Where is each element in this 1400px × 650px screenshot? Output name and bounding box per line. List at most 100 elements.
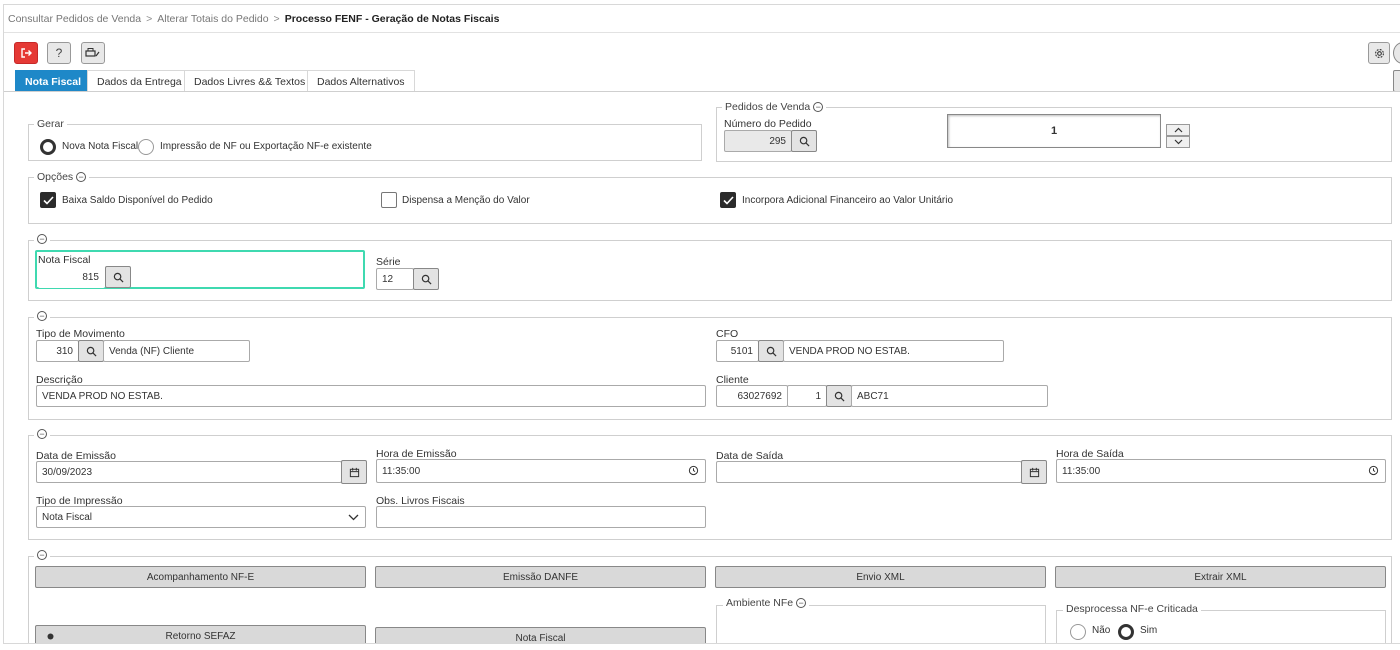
radio-impressao-nf[interactable] bbox=[138, 139, 154, 155]
tipo-movimento-code-input[interactable]: 310 bbox=[36, 340, 79, 362]
movimento-legend[interactable]: − bbox=[34, 311, 50, 321]
collapse-icon: − bbox=[813, 102, 824, 112]
tab-dados-alternativos[interactable]: Dados Alternativos bbox=[307, 70, 415, 92]
tabs-divider bbox=[4, 91, 1400, 92]
serie-search-button[interactable] bbox=[413, 268, 439, 290]
obs-livros-input[interactable] bbox=[376, 506, 706, 528]
checkbox-baixa-saldo[interactable] bbox=[40, 192, 56, 208]
data-emissao-input[interactable]: 30/09/2023 bbox=[36, 461, 342, 483]
print-button[interactable] bbox=[81, 42, 105, 64]
nota-fiscal-search-button[interactable] bbox=[105, 266, 131, 288]
nota-legend[interactable]: − bbox=[34, 234, 50, 244]
tipo-movimento-desc-input[interactable]: Venda (NF) Cliente bbox=[103, 340, 250, 362]
arrow-down-icon bbox=[1174, 139, 1182, 145]
numero-pedido-search-button[interactable] bbox=[791, 130, 817, 152]
cliente-seq-input[interactable]: 1 bbox=[787, 385, 827, 407]
checkbox-baixa-saldo-label: Baixa Saldo Disponível do Pedido bbox=[62, 195, 213, 206]
user-button[interactable] bbox=[1393, 42, 1400, 64]
breadcrumb-current: Processo FENF - Geração de Notas Fiscais bbox=[284, 13, 500, 25]
checkbox-dispensa-valor-label: Dispensa a Menção do Valor bbox=[402, 195, 530, 206]
breadcrumb-separator: > bbox=[273, 13, 280, 25]
hora-saida-input[interactable]: 11:35:00 bbox=[1056, 459, 1386, 483]
radio-desprocessa-sim[interactable] bbox=[1118, 624, 1134, 640]
tab-dados-entrega[interactable]: Dados da Entrega bbox=[87, 70, 192, 92]
tab-dados-livres[interactable]: Dados Livres && Textos bbox=[184, 70, 316, 92]
radio-desprocessa-nao[interactable] bbox=[1070, 624, 1086, 640]
checkbox-incorpora-adicional[interactable] bbox=[720, 192, 736, 208]
search-icon bbox=[113, 272, 124, 283]
search-icon bbox=[799, 136, 810, 147]
descricao-input[interactable]: VENDA PROD NO ESTAB. bbox=[36, 385, 706, 407]
cfo-code-input[interactable]: 5101 bbox=[716, 340, 759, 362]
serie-input[interactable]: 12 bbox=[376, 268, 414, 290]
collapse-icon: − bbox=[37, 311, 47, 321]
help-button[interactable]: ? bbox=[47, 42, 71, 64]
checkbox-dispensa-valor[interactable] bbox=[381, 192, 397, 208]
radio-nova-nota-fiscal-label: Nova Nota Fiscal bbox=[62, 141, 139, 152]
pedidos-legend[interactable]: Pedidos de Venda − bbox=[722, 101, 827, 113]
clock-icon bbox=[1368, 465, 1379, 476]
breadcrumb-item-consultar[interactable]: Consultar Pedidos de Venda bbox=[8, 13, 141, 25]
tab-nota-fiscal[interactable]: Nota Fiscal bbox=[15, 70, 92, 92]
cliente-search-button[interactable] bbox=[826, 385, 852, 407]
data-emissao-calendar-button[interactable] bbox=[341, 460, 367, 484]
tipo-movimento-search-button[interactable] bbox=[78, 340, 104, 362]
opcoes-legend[interactable]: Opções − bbox=[34, 171, 90, 183]
exit-button[interactable] bbox=[14, 42, 38, 64]
nota-fiscal-input[interactable]: 815 bbox=[38, 266, 105, 288]
cfo-label: CFO bbox=[716, 328, 739, 340]
extrair-xml-button[interactable]: Extrair XML bbox=[1055, 566, 1386, 588]
collapse-icon: − bbox=[76, 172, 87, 182]
ambiente-nfe-legend-text: Ambiente NFe bbox=[726, 597, 794, 609]
collapse-icon: − bbox=[796, 598, 807, 608]
pedidos-legend-text: Pedidos de Venda bbox=[725, 101, 811, 113]
calendar-icon bbox=[349, 467, 359, 477]
arrow-up-icon bbox=[1174, 127, 1182, 133]
search-icon bbox=[421, 274, 432, 285]
datas-legend[interactable]: − bbox=[34, 429, 50, 439]
settings-button[interactable] bbox=[1368, 42, 1390, 64]
data-saida-input[interactable] bbox=[716, 461, 1022, 483]
opcoes-legend-text: Opções bbox=[37, 171, 74, 183]
cfo-desc-input[interactable]: VENDA PROD NO ESTAB. bbox=[783, 340, 1004, 362]
envio-xml-button[interactable]: Envio XML bbox=[715, 566, 1046, 588]
side-panel-toggle[interactable] bbox=[1393, 70, 1400, 92]
acompanhamento-nfe-button[interactable]: Acompanhamento NF-E bbox=[35, 566, 366, 588]
retorno-sefaz-button[interactable]: Retorno SEFAZ bbox=[35, 625, 366, 643]
checkmark-icon bbox=[42, 195, 54, 205]
breadcrumb: Consultar Pedidos de Venda > Alterar Totai… bbox=[8, 13, 499, 25]
data-saida-calendar-button[interactable] bbox=[1021, 460, 1047, 484]
cliente-name-input[interactable]: ABC71 bbox=[851, 385, 1048, 407]
counter-up-button[interactable] bbox=[1166, 124, 1190, 136]
actions-legend[interactable]: − bbox=[34, 550, 50, 560]
breadcrumb-item-alterar[interactable]: Alterar Totais do Pedido bbox=[157, 13, 268, 25]
tipo-impressao-select[interactable]: Nota Fiscal bbox=[36, 506, 366, 528]
collapse-icon: − bbox=[37, 234, 47, 244]
printer-icon bbox=[85, 48, 100, 57]
radio-nova-nota-fiscal[interactable] bbox=[40, 139, 56, 155]
desprocessa-legend: Desprocessa NF-e Criticada bbox=[1063, 603, 1201, 615]
hora-saida-value: 11:35:00 bbox=[1062, 465, 1101, 477]
calendar-icon bbox=[1029, 467, 1039, 477]
counter-down-button[interactable] bbox=[1166, 136, 1190, 148]
ambiente-nfe-panel bbox=[716, 605, 1046, 643]
ambiente-nfe-legend[interactable]: Ambiente NFe − bbox=[723, 597, 810, 609]
chevron-down-icon bbox=[348, 514, 359, 521]
numero-pedido-input[interactable]: 295 bbox=[724, 130, 792, 152]
serie-label: Série bbox=[376, 256, 401, 268]
hora-emissao-value: 11:35:00 bbox=[382, 465, 421, 477]
cfo-search-button[interactable] bbox=[758, 340, 784, 362]
nota-fiscal-button[interactable]: Nota Fiscal bbox=[375, 627, 706, 643]
gerar-legend-text: Gerar bbox=[37, 118, 64, 130]
checkbox-incorpora-adicional-label: Incorpora Adicional Financeiro ao Valor … bbox=[742, 195, 954, 206]
search-icon bbox=[766, 346, 777, 357]
search-icon bbox=[86, 346, 97, 357]
clock-icon bbox=[688, 465, 699, 476]
search-icon bbox=[834, 391, 845, 402]
emissao-danfe-button[interactable]: Emissão DANFE bbox=[375, 566, 706, 588]
hora-emissao-input[interactable]: 11:35:00 bbox=[376, 459, 706, 483]
cliente-code-input[interactable]: 63027692 bbox=[716, 385, 788, 407]
retorno-sefaz-label: Retorno SEFAZ bbox=[165, 630, 236, 642]
desprocessa-legend-text: Desprocessa NF-e Criticada bbox=[1066, 603, 1198, 615]
exit-icon bbox=[21, 48, 32, 58]
